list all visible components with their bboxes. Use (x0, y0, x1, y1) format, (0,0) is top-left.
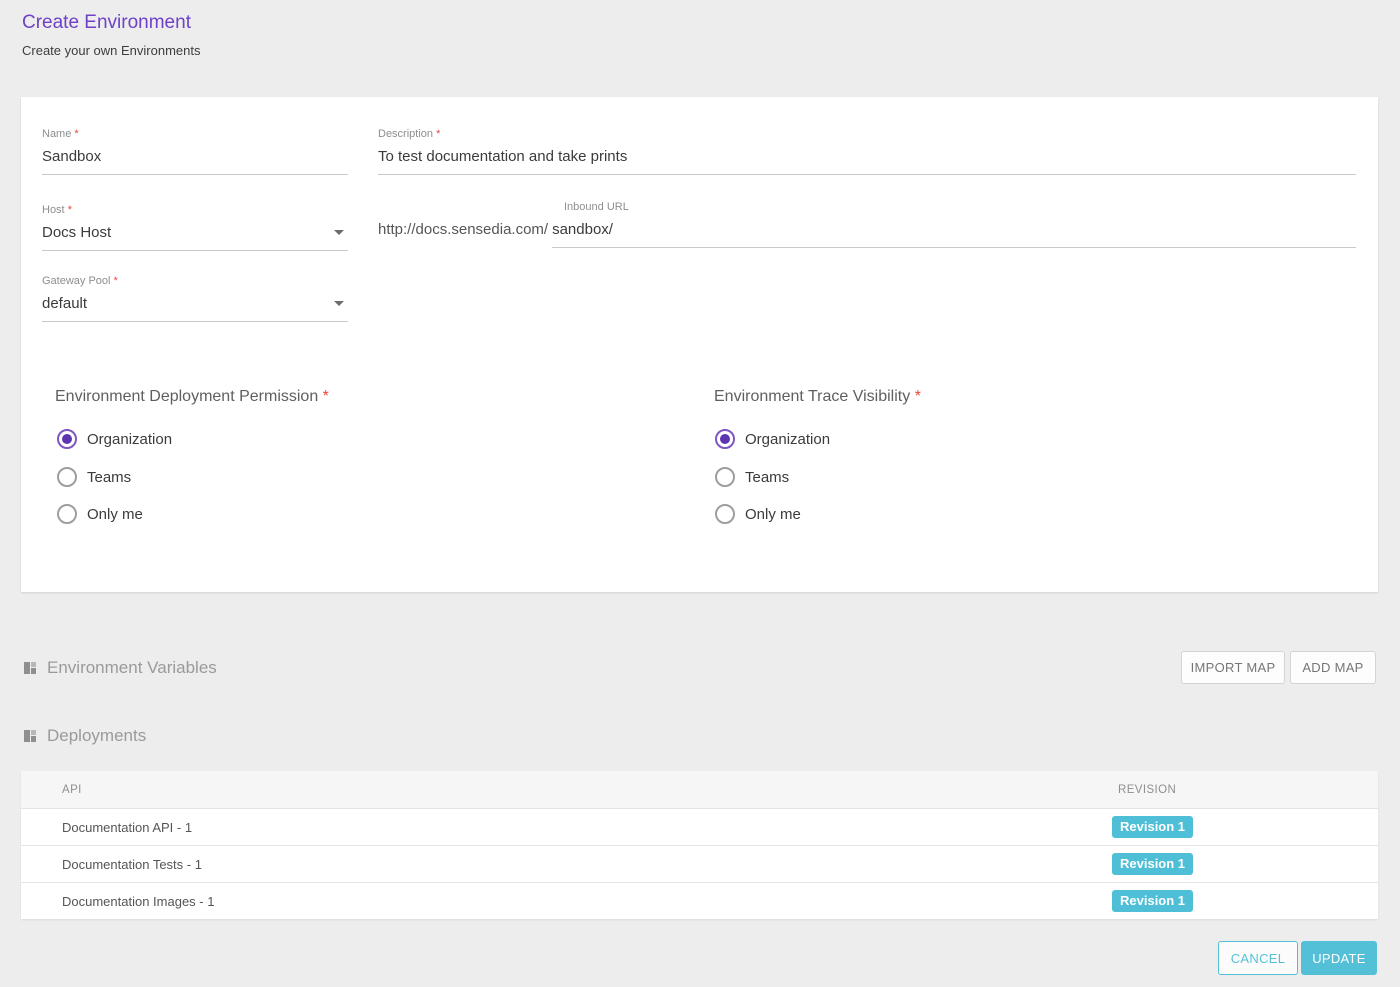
column-header-revision: REVISION (1112, 784, 1378, 796)
radio-label: Only me (87, 506, 143, 523)
inbound-url-prefix: http://docs.sensedia.com/ (378, 221, 548, 238)
deployments-table: API REVISION Documentation API - 1 Revis… (21, 771, 1378, 919)
chevron-down-icon (334, 230, 344, 235)
inbound-url-label: Inbound URL (564, 201, 1356, 213)
environment-form-card: Name * Description * Host * Docs Host In… (21, 97, 1378, 592)
column-header-api: API (21, 784, 1112, 796)
radio-permission-only-me[interactable]: Only me (57, 504, 143, 524)
gateway-pool-label: Gateway Pool * (42, 275, 348, 287)
revision-badge[interactable]: Revision 1 (1112, 816, 1193, 838)
radio-label: Organization (87, 431, 172, 448)
gateway-pool-selected-value: default (42, 295, 87, 312)
description-input[interactable] (378, 148, 1356, 175)
host-field: Host * Docs Host (42, 204, 348, 251)
import-map-button[interactable]: IMPORT MAP (1181, 651, 1285, 684)
deployments-title: Deployments (47, 726, 146, 746)
required-asterisk: * (68, 204, 72, 216)
radio-button-icon[interactable] (57, 467, 77, 487)
required-asterisk: * (114, 275, 118, 287)
name-field: Name * (42, 128, 348, 175)
host-label: Host * (42, 204, 348, 216)
radio-button-icon[interactable] (57, 504, 77, 524)
radio-label: Teams (87, 469, 131, 486)
radio-trace-teams[interactable]: Teams (715, 467, 789, 487)
table-row[interactable]: Documentation API - 1 Revision 1 (21, 808, 1378, 845)
api-name: Documentation Images - 1 (21, 894, 1112, 909)
gateway-pool-field: Gateway Pool * default (42, 275, 348, 322)
radio-button-icon[interactable] (715, 429, 735, 449)
required-asterisk: * (74, 128, 78, 140)
api-name: Documentation API - 1 (21, 820, 1112, 835)
deployments-header: Deployments (24, 726, 146, 746)
required-asterisk: * (436, 128, 440, 140)
api-name: Documentation Tests - 1 (21, 857, 1112, 872)
required-asterisk: * (915, 388, 921, 405)
grid-icon (24, 662, 37, 675)
radio-label: Organization (745, 431, 830, 448)
grid-icon (24, 730, 37, 743)
radio-label: Only me (745, 506, 801, 523)
environment-variables-title: Environment Variables (47, 658, 217, 678)
deployment-permission-title: Environment Deployment Permission * (55, 388, 329, 406)
radio-button-icon[interactable] (715, 504, 735, 524)
radio-permission-teams[interactable]: Teams (57, 467, 131, 487)
inbound-url-input[interactable] (552, 221, 1356, 248)
trace-visibility-title: Environment Trace Visibility * (714, 388, 921, 406)
name-label: Name * (42, 128, 348, 140)
radio-trace-organization[interactable]: Organization (715, 429, 830, 449)
revision-badge[interactable]: Revision 1 (1112, 890, 1193, 912)
page-title: Create Environment (22, 12, 191, 34)
radio-trace-only-me[interactable]: Only me (715, 504, 801, 524)
revision-badge[interactable]: Revision 1 (1112, 853, 1193, 875)
description-label: Description * (378, 128, 1356, 140)
cancel-button[interactable]: CANCEL (1218, 941, 1298, 975)
name-input[interactable] (42, 148, 348, 175)
update-button[interactable]: UPDATE (1301, 941, 1377, 975)
environment-variables-header: Environment Variables (24, 658, 217, 678)
table-header-row: API REVISION (21, 771, 1378, 808)
required-asterisk: * (323, 388, 329, 405)
chevron-down-icon (334, 301, 344, 306)
description-field: Description * (378, 128, 1356, 175)
gateway-pool-select[interactable]: default (42, 295, 348, 322)
radio-permission-organization[interactable]: Organization (57, 429, 172, 449)
table-row[interactable]: Documentation Tests - 1 Revision 1 (21, 845, 1378, 882)
page-subtitle: Create your own Environments (22, 43, 200, 58)
host-select[interactable]: Docs Host (42, 224, 348, 251)
add-map-button[interactable]: ADD MAP (1290, 651, 1376, 684)
table-row[interactable]: Documentation Images - 1 Revision 1 (21, 882, 1378, 919)
host-selected-value: Docs Host (42, 224, 111, 241)
inbound-url-field: Inbound URL http://docs.sensedia.com/ (378, 201, 1356, 248)
radio-label: Teams (745, 469, 789, 486)
radio-button-icon[interactable] (715, 467, 735, 487)
radio-button-icon[interactable] (57, 429, 77, 449)
